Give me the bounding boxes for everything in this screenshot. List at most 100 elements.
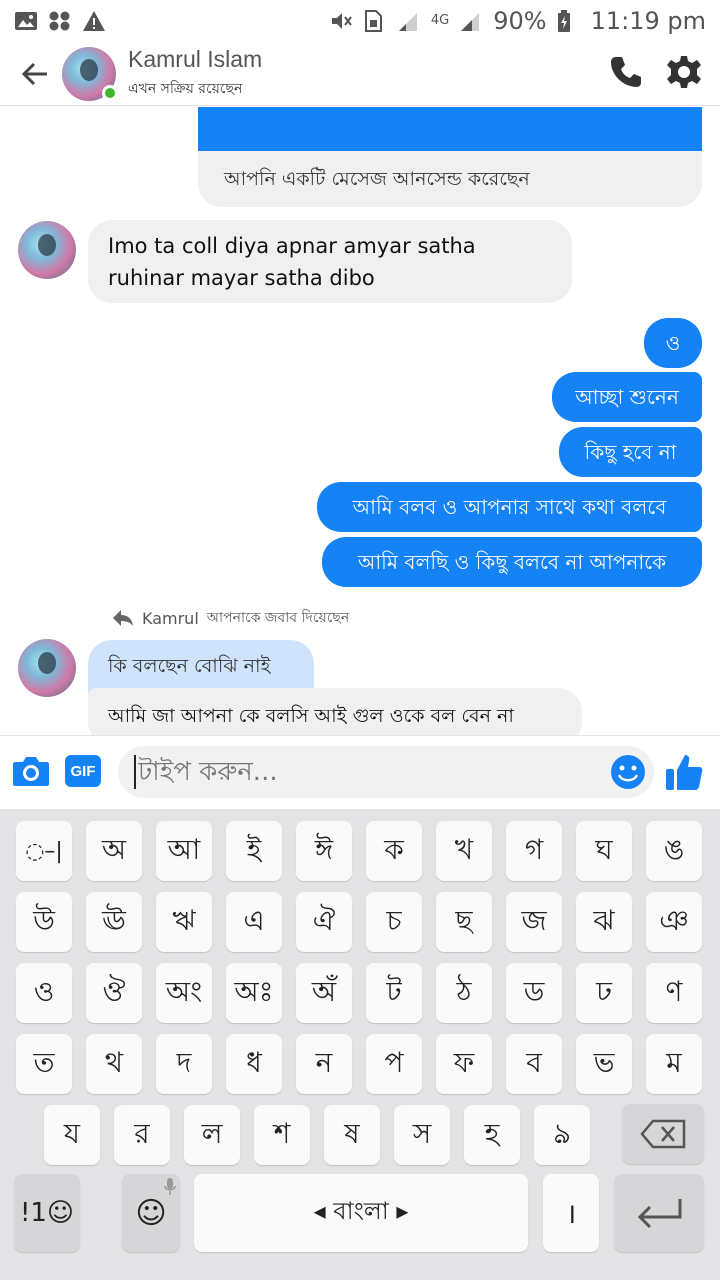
key-1-5[interactable]: চ <box>366 892 422 952</box>
signal-2-icon <box>459 10 483 32</box>
backspace-key[interactable] <box>622 1104 704 1164</box>
key-4-0[interactable]: য <box>44 1105 100 1165</box>
key-0-3[interactable]: ই <box>226 821 282 881</box>
key-1-2[interactable]: ঋ <box>156 892 212 952</box>
gear-icon <box>667 55 701 88</box>
enter-key[interactable] <box>614 1174 704 1252</box>
key-3-3[interactable]: ধ <box>226 1034 282 1094</box>
gif-button[interactable]: GIF <box>56 744 110 798</box>
outgoing-message[interactable]: আমি বলব ও আপনার সাথে কথা বলবে <box>317 482 702 532</box>
emoji-key[interactable]: ☺ <box>122 1174 180 1252</box>
phone-call-button[interactable] <box>608 54 644 94</box>
key-1-4[interactable]: ঐ <box>296 892 352 952</box>
key-4-5[interactable]: স <box>394 1105 450 1165</box>
text-caret <box>134 755 136 789</box>
reply-arrow-icon <box>113 610 133 626</box>
network-type: 4G <box>430 13 450 28</box>
message-composer: GIF <box>0 735 720 809</box>
contact-info[interactable]: Kamrul Islam এখন সক্রিয় রয়েছেন <box>128 46 262 101</box>
key-0-9[interactable]: ঙ <box>646 821 702 881</box>
outgoing-message[interactable]: কিছু হবে না <box>559 427 702 477</box>
key-4-7[interactable]: ঌ <box>534 1105 590 1165</box>
key-0-5[interactable]: ক <box>366 821 422 881</box>
key-1-0[interactable]: উ <box>16 892 72 952</box>
outgoing-message[interactable]: আমি বলছি ও কিছু বলবে না আপনাকে <box>322 537 702 587</box>
key-3-4[interactable]: ন <box>296 1034 352 1094</box>
key-2-7[interactable]: ড <box>506 963 562 1023</box>
outgoing-message[interactable]: ও <box>644 318 702 368</box>
microphone-icon <box>164 1178 176 1195</box>
reply-indicator: Kamrul আপনাকে জবাব দিয়েছেন <box>112 606 349 630</box>
key-2-8[interactable]: ঢ <box>576 963 632 1023</box>
bangla-keyboard: !1☺ ☺ ◂ বাংলা ▸ । ◌–| অ আ ই ঈ ক খ গ ঘ ঙ উ ঊ ঋ এ ঐ চ ছ জ ঝ ঞ… <box>0 809 720 1280</box>
contact-avatar[interactable] <box>62 46 118 101</box>
danda-key[interactable]: । <box>543 1174 599 1252</box>
key-3-5[interactable]: প <box>366 1034 422 1094</box>
message-input-box[interactable] <box>118 746 654 798</box>
symbols-key[interactable]: !1☺ <box>14 1174 80 1252</box>
message-list[interactable]: আপনি একটি মেসেজ আনসেন্ড করেছেন Imo ta co… <box>0 107 720 735</box>
key-2-6[interactable]: ঠ <box>436 963 492 1023</box>
mute-icon <box>329 10 353 32</box>
key-0-6[interactable]: খ <box>436 821 492 881</box>
key-3-2[interactable]: দ <box>156 1034 212 1094</box>
key-0-2[interactable]: আ <box>156 821 212 881</box>
key-2-5[interactable]: ট <box>366 963 422 1023</box>
messenger-chat-screen: 4G 90% 11:19 pm Kamrul Islam এখন সক্রিয়… <box>0 0 720 1280</box>
outgoing-bubble-partial[interactable] <box>198 107 702 151</box>
key-0-0[interactable]: ◌–| <box>16 821 72 881</box>
key-2-0[interactable]: ও <box>16 963 72 1023</box>
gif-icon: GIF <box>65 755 101 787</box>
settings-button[interactable] <box>666 54 702 94</box>
key-0-1[interactable]: অ <box>86 821 142 881</box>
sender-avatar[interactable] <box>18 221 76 279</box>
key-3-6[interactable]: ফ <box>436 1034 492 1094</box>
key-1-1[interactable]: ঊ <box>86 892 142 952</box>
warning-icon <box>82 10 106 32</box>
incoming-message[interactable]: আমি জা আপনা কে বলসি আই গুল ওকে বল বেন না <box>88 688 582 735</box>
key-2-1[interactable]: ঔ <box>86 963 142 1023</box>
clock: 11:19 pm <box>590 7 706 35</box>
sender-avatar[interactable] <box>18 639 76 697</box>
camera-button[interactable] <box>4 744 58 798</box>
key-4-4[interactable]: ষ <box>324 1105 380 1165</box>
back-button[interactable] <box>0 42 70 106</box>
key-4-3[interactable]: শ <box>254 1105 310 1165</box>
key-3-7[interactable]: ব <box>506 1034 562 1094</box>
like-button[interactable] <box>664 752 704 796</box>
camera-icon <box>13 757 49 786</box>
key-1-9[interactable]: ঞ <box>646 892 702 952</box>
key-1-7[interactable]: জ <box>506 892 562 952</box>
active-status: এখন সক্রিয় রয়েছেন <box>128 81 243 97</box>
emoji-key-label: ☺ <box>135 1195 167 1231</box>
key-1-3[interactable]: এ <box>226 892 282 952</box>
space-key[interactable]: ◂ বাংলা ▸ <box>194 1174 528 1252</box>
key-4-2[interactable]: ল <box>184 1105 240 1165</box>
online-indicator <box>102 84 118 101</box>
apps-notification-icon <box>48 10 72 32</box>
key-4-6[interactable]: হ <box>464 1105 520 1165</box>
key-3-0[interactable]: ত <box>16 1034 72 1094</box>
key-1-6[interactable]: ছ <box>436 892 492 952</box>
key-1-8[interactable]: ঝ <box>576 892 632 952</box>
gallery-notification-icon <box>14 10 38 32</box>
status-bar: 4G 90% 11:19 pm <box>0 0 720 42</box>
key-4-1[interactable]: র <box>114 1105 170 1165</box>
key-2-3[interactable]: অঃ <box>226 963 282 1023</box>
key-3-8[interactable]: ভ <box>576 1034 632 1094</box>
key-2-4[interactable]: অঁ <box>296 963 352 1023</box>
key-3-1[interactable]: থ <box>86 1034 142 1094</box>
incoming-message[interactable]: Imo ta coll diya apnar amyar satha ruhin… <box>88 220 572 303</box>
key-0-8[interactable]: ঘ <box>576 821 632 881</box>
chat-header: Kamrul Islam এখন সক্রিয় রয়েছেন <box>0 42 720 106</box>
key-3-9[interactable]: ম <box>646 1034 702 1094</box>
key-2-2[interactable]: অং <box>156 963 212 1023</box>
smiley-icon <box>611 755 645 789</box>
outgoing-message[interactable]: আচ্ছা শুনেন <box>552 372 702 422</box>
emoji-button[interactable] <box>610 754 646 794</box>
key-2-9[interactable]: ণ <box>646 963 702 1023</box>
key-0-4[interactable]: ঈ <box>296 821 352 881</box>
unsent-message-note: আপনি একটি মেসেজ আনসেন্ড করেছেন <box>198 151 702 207</box>
message-input[interactable] <box>138 757 598 787</box>
key-0-7[interactable]: গ <box>506 821 562 881</box>
